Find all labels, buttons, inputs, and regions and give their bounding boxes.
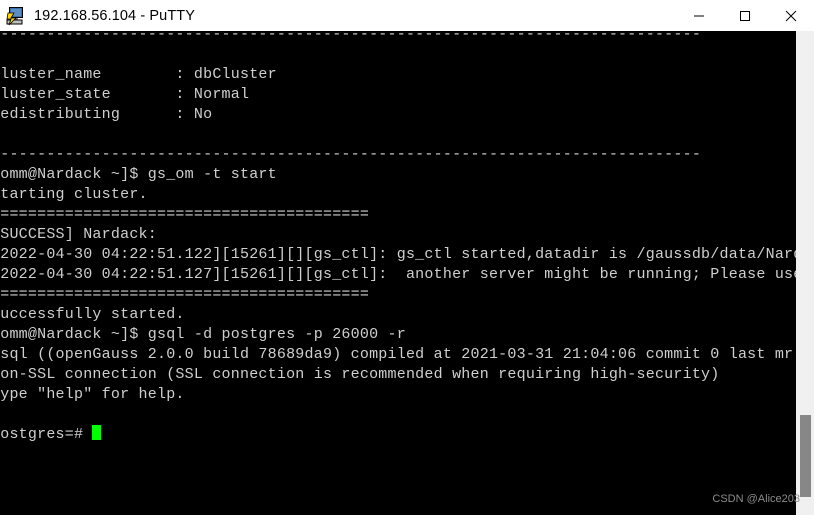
terminal-text: ----------------------------------------… xyxy=(0,31,796,445)
vertical-scrollbar[interactable] xyxy=(796,31,814,515)
terminal-prompt-line[interactable]: postgres=# xyxy=(0,425,796,445)
window-controls xyxy=(676,0,814,31)
scrollbar-thumb[interactable] xyxy=(800,415,811,497)
terminal-line: redistributing : No xyxy=(0,106,213,123)
terminal-line: cluster_state : Normal xyxy=(0,86,250,103)
terminal-line: ----------------------------------------… xyxy=(0,31,702,43)
terminal-line: Successfully started. xyxy=(0,306,185,323)
terminal-line: [omm@Nardack ~]$ gsql -d postgres -p 260… xyxy=(0,326,406,343)
window-title: 192.168.56.104 - PuTTY xyxy=(34,7,195,24)
title-bar[interactable]: 192.168.56.104 - PuTTY xyxy=(0,0,814,31)
terminal-line: cluster_name : dbCluster xyxy=(0,66,277,83)
terminal-line: [omm@Nardack ~]$ gs_om -t start xyxy=(0,166,277,183)
terminal-line: [2022-04-30 04:22:51.127][15261][][gs_ct… xyxy=(0,266,796,283)
putty-window: 192.168.56.104 - PuTTY -----------------… xyxy=(0,0,814,515)
terminal-line: ========================================… xyxy=(0,206,370,223)
terminal-line: Starting cluster. xyxy=(0,186,148,203)
close-button[interactable] xyxy=(768,0,814,31)
shell-prompt: postgres=# xyxy=(0,426,93,443)
maximize-button[interactable] xyxy=(722,0,768,31)
text-cursor xyxy=(92,425,102,440)
terminal-line: [SUCCESS] Nardack: xyxy=(0,226,157,243)
putty-computer-icon xyxy=(5,5,27,27)
minimize-button[interactable] xyxy=(676,0,722,31)
terminal-screen[interactable]: ----------------------------------------… xyxy=(0,31,796,515)
terminal-line: gsql ((openGauss 2.0.0 build 78689da9) c… xyxy=(0,346,796,363)
terminal-line: Non-SSL connection (SSL connection is re… xyxy=(0,366,720,383)
terminal-line: Type "help" for help. xyxy=(0,386,185,403)
terminal-line: ========================================… xyxy=(0,286,370,303)
terminal-line: [2022-04-30 04:22:51.122][15261][][gs_ct… xyxy=(0,246,796,263)
terminal-line: ----------------------------------------… xyxy=(0,146,702,163)
